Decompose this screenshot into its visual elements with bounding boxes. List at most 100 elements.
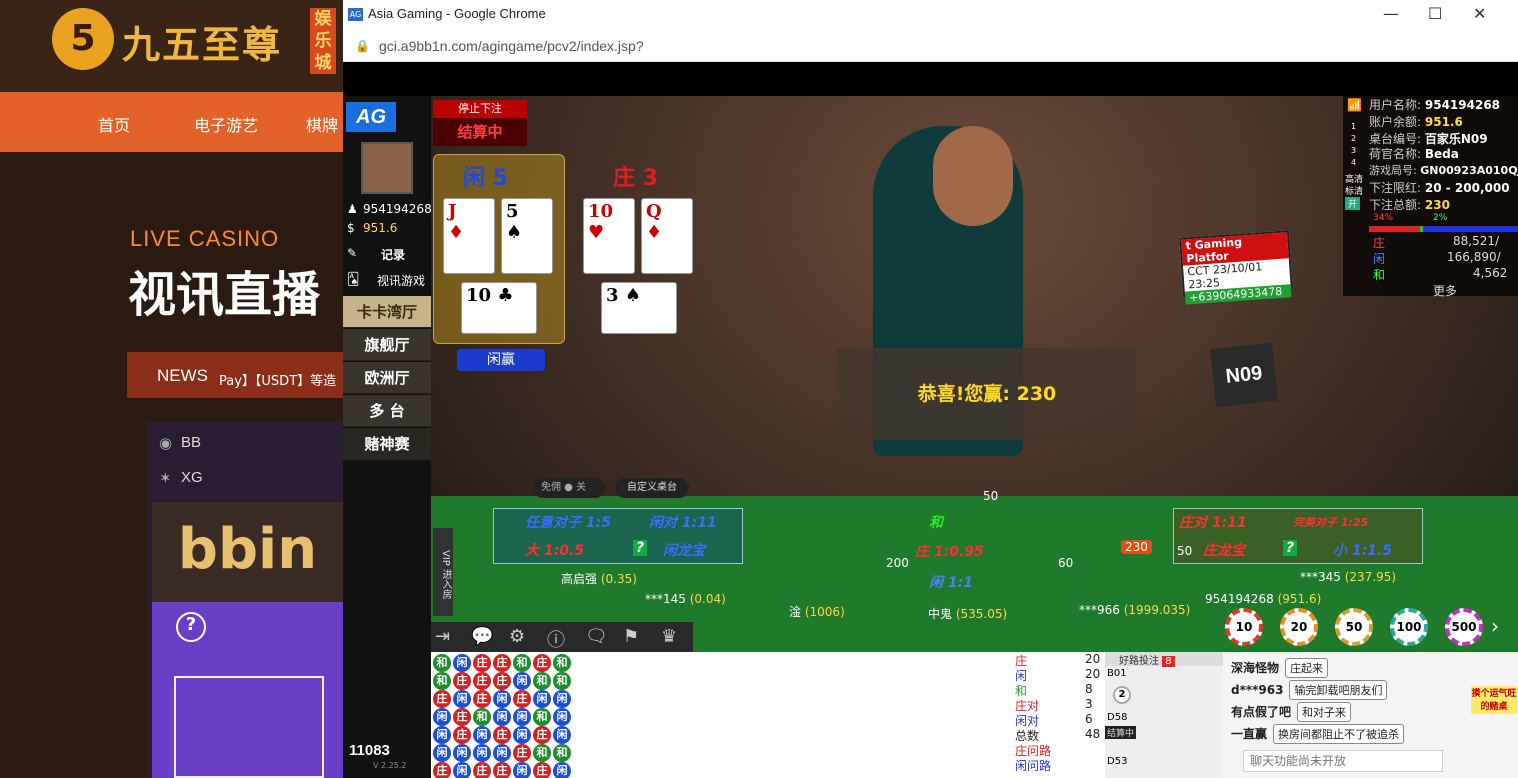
ratio-banker [1369,226,1420,232]
banker-card-3: 3 ♠ [601,282,677,334]
stat-value: 6 [1085,712,1093,726]
bet-small[interactable]: 小 1:1.5 [1333,540,1392,560]
bet-ratio-bar [1369,226,1518,232]
chip-100[interactable]: 100 [1390,608,1428,646]
favicon-icon: AG [348,8,363,21]
nav-chess[interactable]: 棋牌 [306,112,338,136]
road-stats: 庄 20 闲 20 和 8 庄对 3 闲对 6 总数 48 庄问路 闲问路 [1013,652,1105,778]
stream-placard: t Gaming Platfor CCT 23/10/01 23:25 +639… [1179,230,1293,305]
username-label: 用户名称: [1369,98,1422,112]
video-toggle[interactable]: 开 [1345,197,1361,210]
more-link[interactable]: 更多 [1433,282,1457,299]
message-icon[interactable]: 🗨 [585,626,608,647]
chip-50[interactable]: 50 [1335,608,1373,646]
nav-slots[interactable]: 电子游艺 [194,112,258,136]
bead-road-cell: 闲 [453,762,471,778]
info-panel: 📶 1 2 3 4 高清 标清 开 用户名称: 954194268 账户余额: … [1343,96,1518,299]
chip-next-button[interactable]: › [1491,614,1499,638]
help-icon[interactable]: ? [176,612,206,642]
player-id: 954194268 [363,202,432,216]
bead-road-cell: 和 [553,654,571,672]
site-logo-icon[interactable]: 5 [52,8,114,70]
enter-room-tab[interactable]: VIP 进入房 [433,528,453,616]
maximize-button[interactable]: ☐ [1428,4,1442,23]
sd-option[interactable]: 标清 [1345,184,1363,197]
result-badge: 闲赢 [457,349,545,371]
news-marquee[interactable]: Pay】【USDT】等造 [219,370,336,389]
close-button[interactable]: ✕ [1473,4,1486,23]
good-road-table-1[interactable]: B01 [1107,668,1127,679]
avatar[interactable] [361,142,413,194]
bbin-logo[interactable]: bbin [152,502,343,602]
custom-table-button[interactable]: 自定义桌台 [615,478,689,498]
bet-banker-dragon-help[interactable]: ? [1283,540,1298,556]
site-logo-text[interactable]: 九五至尊 [122,14,282,69]
chip-500[interactable]: 500 [1445,608,1483,646]
player-row-label: 闲 [1373,252,1386,266]
banker-card-2: Q ♦ [641,198,693,274]
bead-road-cell: 庄 [453,672,471,690]
bet-player[interactable]: 闲 1:1 [929,572,973,592]
lock-icon[interactable]: 🔒 [355,39,370,53]
provider-bb[interactable]: BB [181,434,201,451]
address-bar[interactable]: 🔒 gci.a9bb1n.com/agingame/pcv2/index.jsp… [343,30,1518,62]
url-text[interactable]: gci.a9bb1n.com/agingame/pcv2/index.jsp? [379,38,644,54]
bet-tie[interactable]: 和 [929,512,943,532]
records-link[interactable]: 记录 [381,246,405,263]
nav-home[interactable]: 首页 [98,112,130,136]
stat-label: 闲问路 [1015,759,1052,773]
bead-road-cell: 闲 [453,744,471,762]
dealer-label: 荷官名称: [1369,147,1422,161]
bet-player-pair[interactable]: 闲对 1:11 [649,512,717,532]
seat-player-2: ***145 (0.04) [645,592,726,606]
chat-input[interactable] [1243,750,1443,772]
records-icon: ✎ [347,246,358,260]
chip-20[interactable]: 20 [1280,608,1318,646]
news-bar: NEWS Pay】【USDT】等造 [127,352,343,398]
provider-xg[interactable]: XG [181,469,203,486]
flag-icon[interactable]: ⚑ [623,626,639,647]
bet-player-dragon-help[interactable]: ? [633,540,648,556]
exit-icon[interactable]: ⇥ [435,626,450,647]
hall-tab-tournament[interactable]: 赌神赛 [343,428,431,460]
hall-tab-multi[interactable]: 多 台 [343,395,431,427]
bet-perfect-pair[interactable]: 完美对子 1:25 [1293,514,1368,530]
chip-10[interactable]: 10 [1225,608,1263,646]
good-road-table-2[interactable]: D58 [1107,712,1127,723]
hall-tab-europe[interactable]: 欧洲厅 [343,362,431,394]
info-icon[interactable]: ⓘ [547,626,565,652]
user-icon: ♟ [347,202,358,216]
bead-road-cell: 和 [533,672,551,690]
side-ad[interactable]: 摸个运气旺的赌桌 [1471,686,1517,714]
round-status: 停止下注 结算中 [433,96,527,146]
live-casino-cn: 视讯直播 [128,267,321,323]
hall-tab-kaka[interactable]: 卡卡湾厅 [343,296,431,328]
bet-big[interactable]: 大 1:0.5 [525,540,584,560]
signal-level-3: 3 [1351,146,1357,155]
good-road-table-3[interactable]: D53 [1107,756,1127,767]
banker-row-label: 庄 [1373,236,1386,250]
free-commission-toggle[interactable]: 免佣 ● 关 [533,478,605,498]
chat-icon[interactable]: 💬 [471,626,493,647]
bet-banker-dragon[interactable]: 庄龙宝 [1203,540,1245,560]
vip-icon[interactable]: ♛ [661,626,677,647]
bead-road-cell: 庄 [493,654,511,672]
signal-level-1: 1 [1351,122,1357,131]
hall-tab-flagship[interactable]: 旗舰厅 [343,329,431,361]
bet-player-dragon[interactable]: 闲龙宝 [663,540,705,560]
seat-player-4: 中鬼 (535.05) [928,607,1008,621]
bead-road-cell: 闲 [473,744,491,762]
table-label: 桌台编号: [1369,132,1422,146]
bet-banker[interactable]: 庄 1:0.95 [915,541,984,561]
dealer-head [933,126,1013,226]
bet-any-pair[interactable]: 任意对子 1:5 [525,512,611,532]
settings-icon[interactable]: ⚙ [509,626,525,647]
minimize-button[interactable]: — [1383,4,1399,23]
xg-icon: ✶ [159,470,172,487]
video-games-link[interactable]: 视讯游戏 [377,272,425,289]
chat-msg-3: 有点假了吧 和对子来 [1231,702,1352,722]
bead-road-cell: 庄 [453,726,471,744]
bet-banker-pair[interactable]: 庄对 1:11 [1179,512,1247,532]
bead-road-cell: 庄 [473,654,491,672]
player-score: 闲 5 [463,166,508,191]
